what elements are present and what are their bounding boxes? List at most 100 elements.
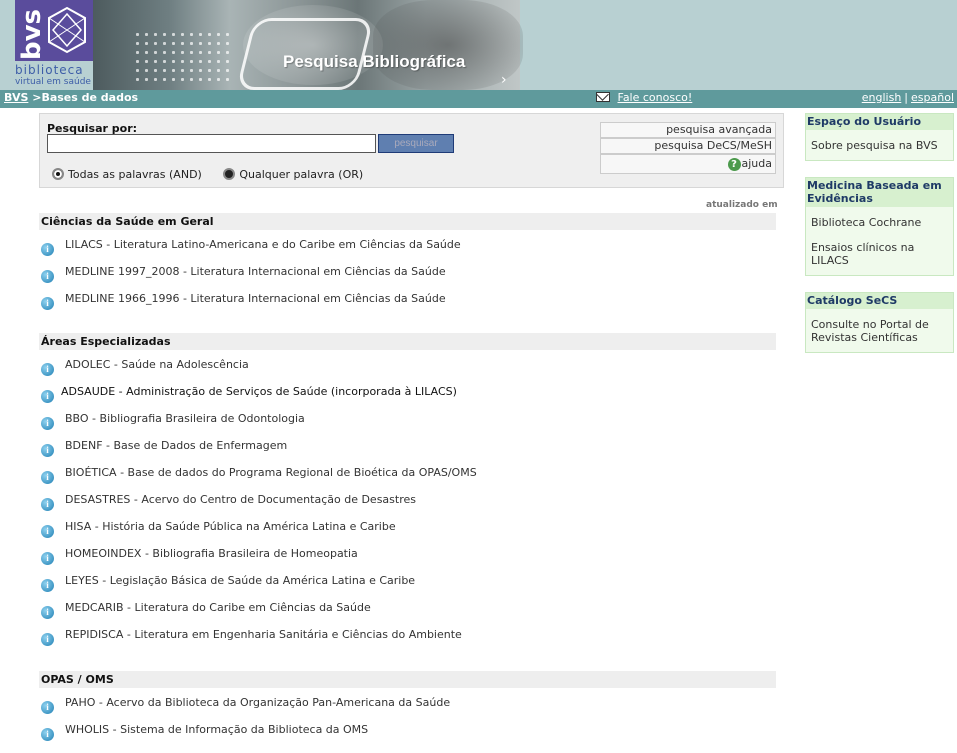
database-link[interactable]: HISA - História da Saúde Pública na Amér… bbox=[65, 520, 396, 533]
logo-star-icon bbox=[48, 6, 86, 54]
info-icon[interactable]: i bbox=[41, 363, 54, 376]
info-icon[interactable]: i bbox=[41, 498, 54, 511]
help-link[interactable]: ? ajuda bbox=[600, 154, 776, 174]
mode-and-option[interactable]: Todas as palavras (AND) bbox=[52, 168, 202, 181]
bvs-logo[interactable]: bvs bbox=[15, 0, 93, 61]
database-item[interactable]: i LILACS - Literatura Latino-Americana e … bbox=[39, 237, 776, 264]
panel-link[interactable]: Consulte no Portal de Revistas Científic… bbox=[811, 318, 948, 344]
breadcrumb: BVS >Bases de dados bbox=[4, 91, 138, 104]
contact-link-group[interactable]: Fale conosco! bbox=[596, 91, 692, 104]
database-item[interactable]: i ADOLEC - Saúde na Adolescência bbox=[39, 357, 776, 384]
mode-or-label: Qualquer palavra (OR) bbox=[239, 168, 364, 181]
info-icon[interactable]: i bbox=[41, 417, 54, 430]
mail-icon bbox=[596, 92, 610, 102]
panel-link[interactable]: Ensaios clínicos na LILACS bbox=[811, 241, 948, 267]
info-icon[interactable]: i bbox=[41, 390, 54, 403]
panel-body: Consulte no Portal de Revistas Científic… bbox=[806, 309, 953, 352]
contact-link[interactable]: Fale conosco! bbox=[618, 91, 693, 104]
panel-title: Catálogo SeCS bbox=[806, 293, 953, 309]
database-link[interactable]: PAHO - Acervo da Biblioteca da Organizaç… bbox=[65, 696, 450, 709]
database-link[interactable]: REPIDISCA - Literatura em Engenharia San… bbox=[65, 628, 462, 641]
database-link[interactable]: DESASTRES - Acervo do Centro de Document… bbox=[65, 493, 416, 506]
banner-arrow-icon: › bbox=[501, 72, 507, 88]
advanced-search-link[interactable]: pesquisa avançada bbox=[600, 122, 776, 138]
database-link[interactable]: MEDLINE 1997_2008 - Literatura Internaci… bbox=[65, 265, 446, 278]
database-link[interactable]: HOMEOINDEX - Bibliografia Brasileira de … bbox=[65, 547, 358, 560]
info-icon[interactable]: i bbox=[41, 270, 54, 283]
search-button[interactable]: pesquisar bbox=[378, 134, 454, 153]
info-icon[interactable]: i bbox=[41, 633, 54, 646]
database-item[interactable]: i ADSAUDE - Administração de Serviços de … bbox=[39, 384, 776, 411]
info-icon[interactable]: i bbox=[41, 579, 54, 592]
decs-search-link[interactable]: pesquisa DeCS/MeSH bbox=[600, 138, 776, 154]
info-icon[interactable]: i bbox=[41, 243, 54, 256]
database-item[interactable]: i PAHO - Acervo da Biblioteca da Organiza… bbox=[39, 695, 776, 722]
database-link[interactable]: ADSAUDE - Administração de Serviços de S… bbox=[61, 385, 457, 398]
help-label: ajuda bbox=[741, 157, 773, 170]
right-sidebar: Espaço do Usuário Sobre pesquisa na BVS … bbox=[805, 113, 954, 369]
breadcrumb-current: Bases de dados bbox=[41, 91, 139, 104]
section-heading: OPAS / OMS bbox=[39, 671, 776, 688]
breadcrumb-home-link[interactable]: BVS bbox=[4, 91, 28, 104]
panel-title: Medicina Baseada em Evidências bbox=[806, 178, 953, 207]
database-item[interactable]: i HISA - História da Saúde Pública na Amé… bbox=[39, 519, 776, 546]
panel-link[interactable]: Biblioteca Cochrane bbox=[811, 216, 948, 229]
evidence-medicine-panel: Medicina Baseada em Evidências Bibliotec… bbox=[805, 177, 954, 276]
search-input[interactable] bbox=[47, 134, 376, 153]
search-panel: Pesquisar por: pesquisar Todas as palavr… bbox=[39, 113, 784, 188]
lang-english-link[interactable]: english bbox=[862, 91, 902, 104]
database-item[interactable]: i MEDLINE 1997_2008 - Literatura Internac… bbox=[39, 264, 776, 291]
panel-body: Sobre pesquisa na BVS bbox=[806, 130, 953, 160]
database-link[interactable]: LEYES - Legislação Básica de Saúde da Am… bbox=[65, 574, 415, 587]
info-icon[interactable]: i bbox=[41, 444, 54, 457]
database-link[interactable]: BIOÉTICA - Base de dados do Programa Reg… bbox=[65, 466, 477, 479]
section-heading: Áreas Especializadas bbox=[39, 333, 776, 350]
database-item[interactable]: i HOMEOINDEX - Bibliografia Brasileira de… bbox=[39, 546, 776, 573]
logo-word-biblioteca: biblioteca bbox=[15, 63, 84, 77]
mode-and-label: Todas as palavras (AND) bbox=[68, 168, 202, 181]
radio-and[interactable] bbox=[52, 168, 64, 180]
database-link[interactable]: BDENF - Base de Dados de Enfermagem bbox=[65, 439, 287, 452]
panel-body: Biblioteca Cochrane Ensaios clínicos na … bbox=[806, 207, 953, 275]
database-item[interactable]: i REPIDISCA - Literatura em Engenharia Sa… bbox=[39, 627, 776, 654]
database-item[interactable]: i BBO - Bibliografia Brasileira de Odonto… bbox=[39, 411, 776, 438]
language-switcher: english | español bbox=[862, 91, 954, 104]
database-link[interactable]: BBO - Bibliografia Brasileira de Odontol… bbox=[65, 412, 305, 425]
info-icon[interactable]: i bbox=[41, 728, 54, 741]
radio-or[interactable] bbox=[223, 168, 236, 180]
lang-spanish-link[interactable]: español bbox=[911, 91, 954, 104]
info-icon[interactable]: i bbox=[41, 606, 54, 619]
banner-dot-pattern bbox=[133, 30, 233, 86]
page-title: Pesquisa Bibliográfica bbox=[283, 52, 466, 71]
info-icon[interactable]: i bbox=[41, 525, 54, 538]
section-heading: Ciências da Saúde em Geral bbox=[39, 213, 776, 230]
banner-photo: › bbox=[93, 0, 523, 90]
search-options: pesquisa avançada pesquisa DeCS/MeSH ? aj… bbox=[600, 122, 776, 174]
panel-link[interactable]: Sobre pesquisa na BVS bbox=[811, 139, 948, 152]
database-item[interactable]: i DESASTRES - Acervo do Centro de Documen… bbox=[39, 492, 776, 519]
database-link[interactable]: MEDCARIB - Literatura do Caribe em Ciênc… bbox=[65, 601, 371, 614]
info-icon[interactable]: i bbox=[41, 297, 54, 310]
header-banner: › bvs biblioteca virtual em saúde Pesqui… bbox=[0, 0, 957, 90]
database-item[interactable]: i LEYES - Legislação Básica de Saúde da A… bbox=[39, 573, 776, 600]
lang-separator: | bbox=[904, 91, 909, 104]
database-link[interactable]: LILACS - Literatura Latino-Americana e d… bbox=[65, 238, 461, 251]
database-item[interactable]: i MEDLINE 1966_1996 - Literatura Internac… bbox=[39, 291, 776, 318]
database-link[interactable]: WHOLIS - Sistema de Informação da Biblio… bbox=[65, 723, 368, 736]
database-item[interactable]: i BDENF - Base de Dados de Enfermagem bbox=[39, 438, 776, 465]
logo-word-virtual: virtual em saúde bbox=[15, 77, 91, 87]
info-icon[interactable]: i bbox=[41, 552, 54, 565]
mode-or-option[interactable]: Qualquer palavra (OR) bbox=[223, 168, 363, 181]
info-icon[interactable]: i bbox=[41, 701, 54, 714]
secs-catalog-panel: Catálogo SeCS Consulte no Portal de Revi… bbox=[805, 292, 954, 353]
nav-bar: BVS >Bases de dados Fale conosco! englis… bbox=[0, 90, 957, 108]
database-link[interactable]: MEDLINE 1966_1996 - Literatura Internaci… bbox=[65, 292, 446, 305]
logo-mark-text: bvs bbox=[17, 8, 47, 60]
database-list: Ciências da Saúde em Geral i LILACS - Lit… bbox=[39, 213, 776, 749]
database-link[interactable]: ADOLEC - Saúde na Adolescência bbox=[65, 358, 249, 371]
user-space-panel: Espaço do Usuário Sobre pesquisa na BVS bbox=[805, 113, 954, 161]
database-item[interactable]: i BIOÉTICA - Base de dados do Programa Re… bbox=[39, 465, 776, 492]
info-icon[interactable]: i bbox=[41, 471, 54, 484]
database-item[interactable]: i WHOLIS - Sistema de Informação da Bibli… bbox=[39, 722, 776, 749]
database-item[interactable]: i MEDCARIB - Literatura do Caribe em Ciên… bbox=[39, 600, 776, 627]
